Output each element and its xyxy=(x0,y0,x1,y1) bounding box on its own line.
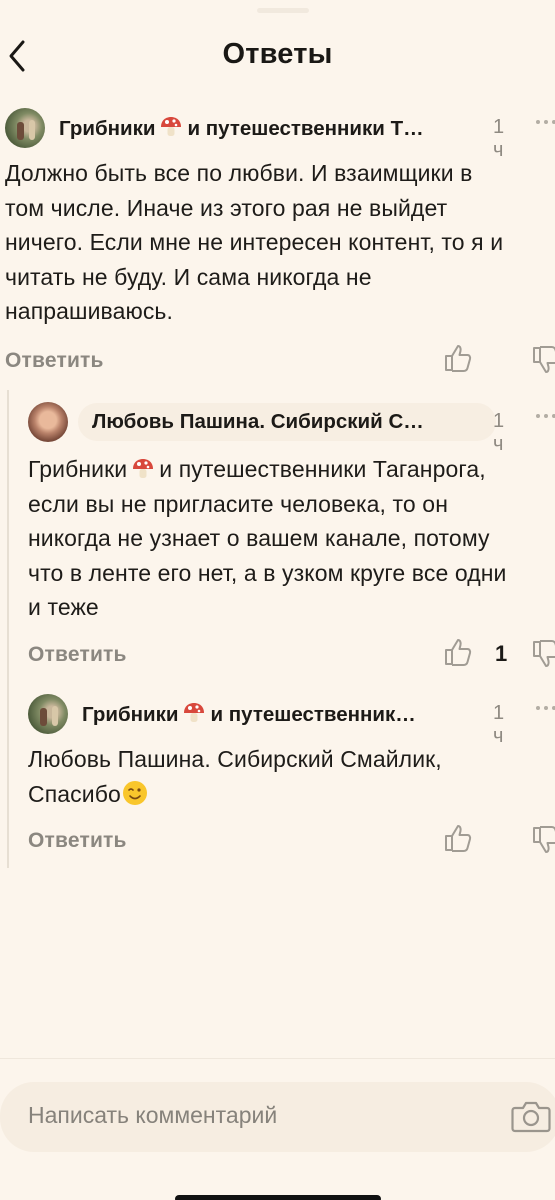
comment-header: Грибники и путешественник… 1 ч xyxy=(28,692,555,747)
thumb-up-icon[interactable] xyxy=(442,822,474,854)
camera-icon[interactable] xyxy=(511,1098,551,1134)
comment-time: 1 ч xyxy=(493,702,505,747)
sheet-grip[interactable] xyxy=(257,8,309,13)
comment-input-placeholder: Написать комментарий xyxy=(28,1102,278,1128)
comment-input[interactable]: Написать комментарий xyxy=(0,1082,555,1152)
header: Ответы xyxy=(0,28,555,88)
more-icon[interactable] xyxy=(536,706,555,710)
thumb-down-icon[interactable] xyxy=(530,344,555,376)
page-title: Ответы xyxy=(222,38,333,70)
comment-text: Должно быть все по любви. И взаимщики в … xyxy=(5,160,504,324)
reply-comment: Любовь Пашина. Сибирский С… 1 ч Грибники… xyxy=(28,400,555,670)
wink-emoji-icon xyxy=(122,780,147,805)
avatar[interactable] xyxy=(28,694,68,734)
author-name[interactable]: Любовь Пашина. Сибирский С… xyxy=(78,403,496,441)
comment: Грибники и путешественники Т… 1 ч Должно … xyxy=(5,106,555,376)
author-name[interactable]: Грибники и путешественники Т… xyxy=(59,116,424,141)
footer-divider xyxy=(0,1058,555,1059)
comment-header: Грибники и путешественники Т… 1 ч xyxy=(5,106,555,161)
more-icon[interactable] xyxy=(536,414,555,418)
more-icon[interactable] xyxy=(536,120,555,124)
reply-button[interactable]: Ответить xyxy=(28,829,127,853)
mushroom-icon xyxy=(161,116,182,136)
mushroom-icon xyxy=(184,702,205,722)
mushroom-icon xyxy=(133,459,154,478)
thread-line xyxy=(7,390,9,868)
thumb-up-icon[interactable] xyxy=(442,342,474,374)
thumb-down-icon[interactable] xyxy=(530,824,555,856)
author-name[interactable]: Грибники и путешественник… xyxy=(82,702,416,727)
comment-text: Грибники и путешественники Таганрога, есл… xyxy=(28,456,507,620)
reply-button[interactable]: Ответить xyxy=(5,349,104,373)
avatar[interactable] xyxy=(28,402,68,442)
avatar[interactable] xyxy=(5,108,45,148)
comment-time: 1 ч xyxy=(493,410,505,455)
thumb-up-icon[interactable] xyxy=(442,636,474,668)
comment-text: Любовь Пашина. Сибирский Смайлик, Спасиб… xyxy=(28,746,442,807)
reply-comment: Грибники и путешественник… 1 ч Любовь Паш… xyxy=(28,692,555,872)
like-count: 1 xyxy=(495,641,508,666)
thumb-down-icon[interactable] xyxy=(530,638,555,670)
home-indicator xyxy=(175,1195,381,1200)
comment-header: Любовь Пашина. Сибирский С… 1 ч xyxy=(28,400,555,455)
reply-button[interactable]: Ответить xyxy=(28,643,127,667)
